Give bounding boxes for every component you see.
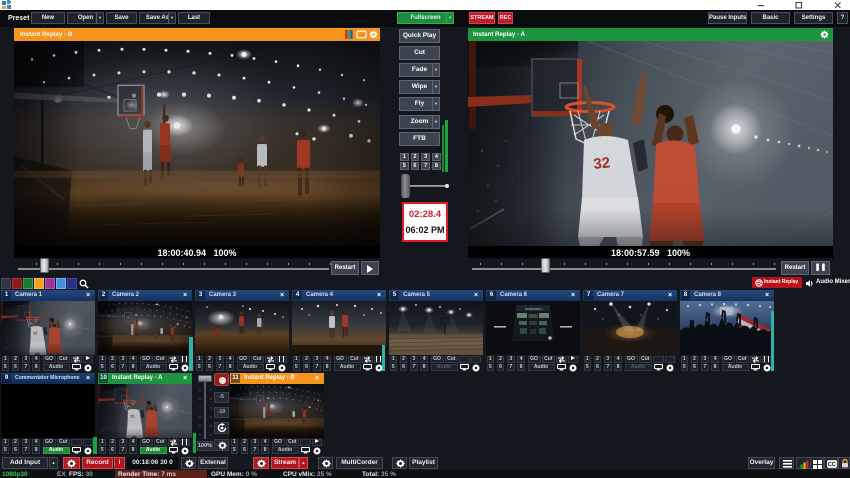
svg-text:CC: CC	[827, 462, 835, 468]
svg-text:R: R	[757, 281, 761, 287]
